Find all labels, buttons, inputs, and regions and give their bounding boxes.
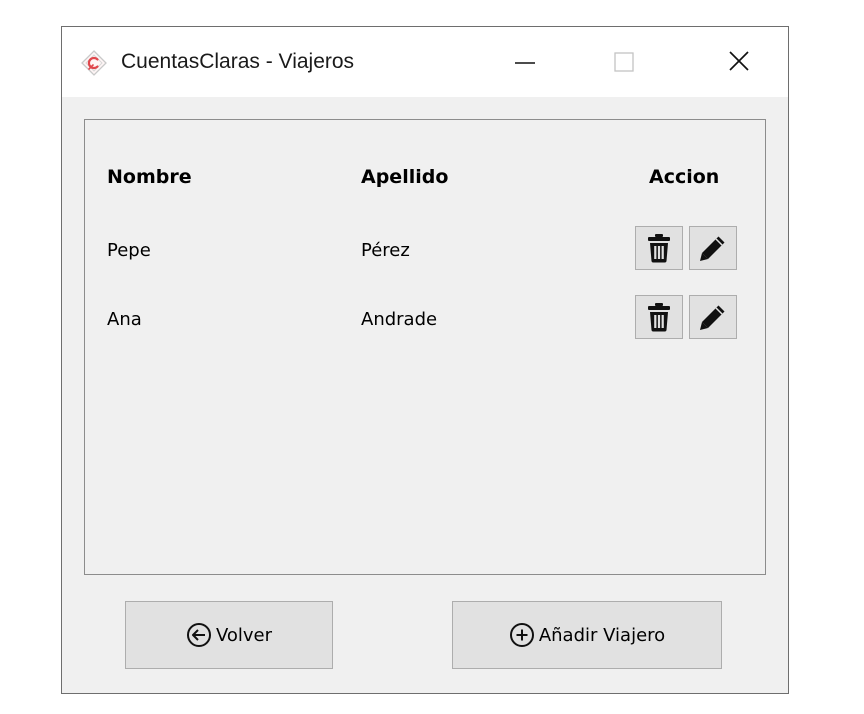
maximize-icon: [614, 52, 634, 72]
table-row: Ana Andrade: [85, 293, 765, 345]
title-bar[interactable]: CuentasClaras - Viajeros: [62, 27, 788, 97]
cell-apellido: Andrade: [361, 309, 438, 330]
cell-nombre: Pepe: [107, 240, 151, 261]
pencil-icon: [700, 305, 725, 330]
minimize-button[interactable]: [496, 27, 554, 97]
arrow-left-circle-icon: [186, 622, 212, 648]
add-traveler-button[interactable]: Añadir Viajero: [452, 601, 722, 669]
window-title: CuentasClaras - Viajeros: [121, 50, 355, 73]
cell-apellido: Pérez: [361, 240, 410, 261]
minimize-icon: [515, 62, 535, 64]
edit-traveler-button[interactable]: [689, 295, 737, 339]
close-button[interactable]: [710, 27, 768, 97]
travelers-table-panel: Nombre Apellido Accion Pepe Pérez Ana An…: [84, 119, 766, 575]
close-icon: [729, 51, 749, 71]
app-window: CuentasClaras - Viajeros Nombre Apellido…: [61, 26, 789, 694]
column-header-nombre: Nombre: [107, 166, 192, 188]
edit-traveler-button[interactable]: [689, 226, 737, 270]
back-button-label: Volver: [215, 624, 273, 646]
trash-icon: [648, 303, 670, 332]
pencil-icon: [700, 236, 725, 261]
back-button[interactable]: Volver: [125, 601, 333, 669]
add-traveler-button-label: Añadir Viajero: [538, 624, 666, 646]
table-row: Pepe Pérez: [85, 224, 765, 276]
maximize-button[interactable]: [594, 27, 652, 97]
cuentasclaras-logo-icon: [80, 49, 108, 77]
trash-icon: [648, 234, 670, 263]
plus-circle-icon: [509, 622, 535, 648]
column-header-apellido: Apellido: [361, 166, 449, 188]
cell-nombre: Ana: [107, 309, 142, 330]
delete-traveler-button[interactable]: [635, 295, 683, 339]
column-header-accion: Accion: [649, 166, 720, 188]
delete-traveler-button[interactable]: [635, 226, 683, 270]
